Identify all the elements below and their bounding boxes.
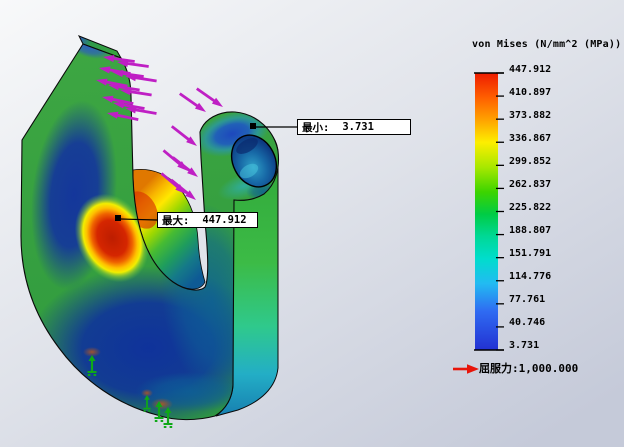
legend-tick-label: 225.822 xyxy=(509,202,551,214)
legend-tick-label: 373.882 xyxy=(509,110,551,122)
legend-title: von Mises (N/mm^2 (MPa)) xyxy=(472,39,621,50)
min-callout-value: 3.731 xyxy=(342,121,374,133)
max-anchor-dot xyxy=(115,215,121,221)
legend-tick-label: 299.852 xyxy=(509,156,551,168)
legend-tick-label: 114.776 xyxy=(509,271,551,283)
simulation-viewport[interactable]: von Mises (N/mm^2 (MPa)) 447.912 410.897 3… xyxy=(0,0,624,447)
min-anchor-dot xyxy=(250,123,256,129)
legend-tick-label: 447.912 xyxy=(509,64,551,76)
max-stress-callout[interactable]: 最大: 447.912 xyxy=(157,212,258,228)
legend-tick-label: 262.837 xyxy=(509,179,551,191)
legend-tick-label: 336.867 xyxy=(509,133,551,145)
legend-tick-label: 410.897 xyxy=(509,87,551,99)
legend-tick-label: 40.746 xyxy=(509,317,545,329)
min-stress-callout[interactable]: 最小: 3.731 xyxy=(297,119,411,135)
colorbar-gradient xyxy=(475,73,498,350)
max-callout-value: 447.912 xyxy=(202,214,246,226)
yield-strength-label: 屈服力:1,000.000 xyxy=(479,362,578,375)
legend-tick-label: 3.731 xyxy=(509,340,539,352)
max-callout-label: 最大: xyxy=(162,213,189,228)
legend-tick-label: 77.761 xyxy=(509,294,545,306)
min-callout-label: 最小: xyxy=(302,120,329,135)
legend-tick-label: 151.791 xyxy=(509,248,551,260)
legend-tick-label: 188.807 xyxy=(509,225,551,237)
